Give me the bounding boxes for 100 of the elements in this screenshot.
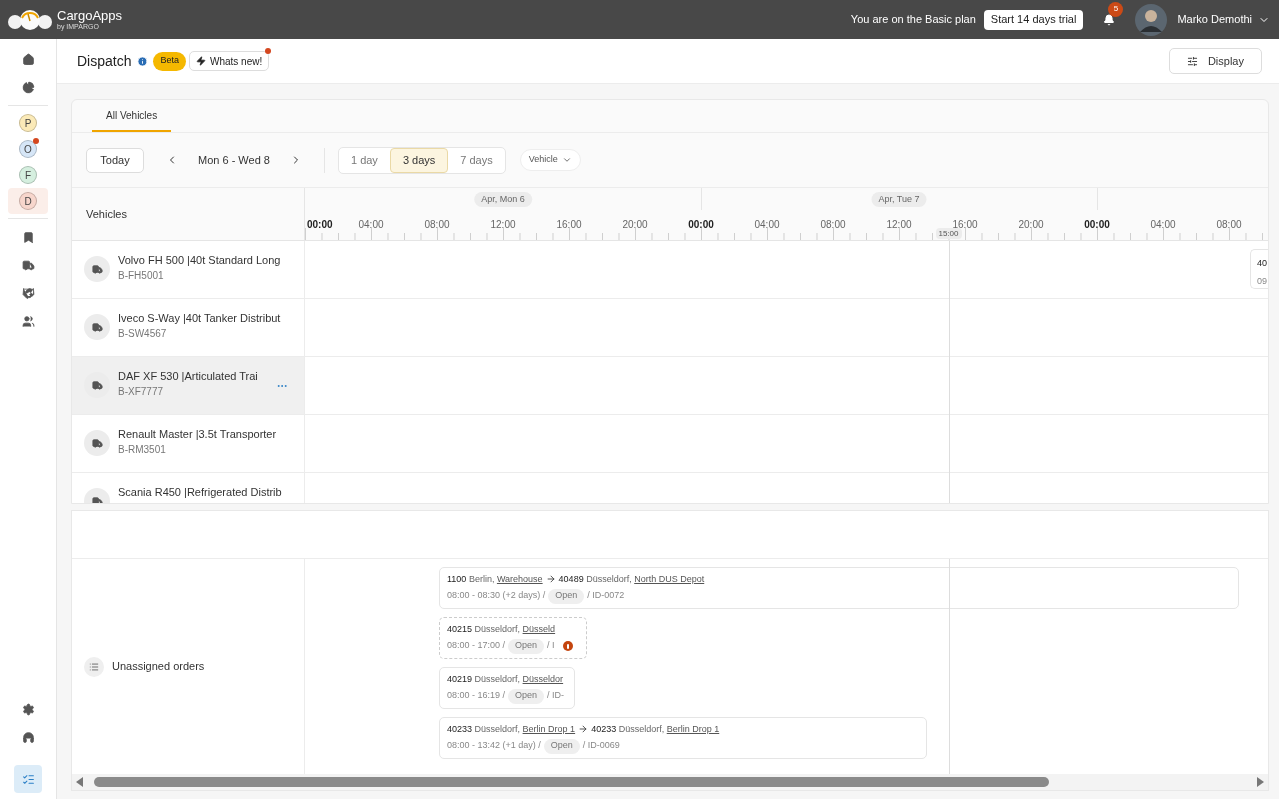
workspace-item[interactable]: O xyxy=(8,136,48,162)
workspace-item[interactable]: F xyxy=(8,162,48,188)
panel-toggle-icon[interactable] xyxy=(14,765,42,793)
hour-label: 16:00 xyxy=(556,218,582,232)
vehicle-row[interactable]: Iveco S-Way |40t Tanker Distribut B-SW4567 xyxy=(72,299,305,356)
workspace-avatar: P xyxy=(19,114,37,132)
day-label: Apr, Tue 7 xyxy=(871,192,927,207)
order-id: / ID-0072 xyxy=(587,589,625,603)
vehicle-plate: B-SW4567 xyxy=(118,327,168,341)
plan-text: You are on the Basic plan xyxy=(850,12,976,28)
info-icon[interactable] xyxy=(137,55,149,67)
hour-label: 04:00 xyxy=(754,218,780,232)
date-range: Mon 6 - Wed 8 xyxy=(198,152,270,168)
user-name[interactable]: Marko Demothi xyxy=(1177,11,1252,28)
vehicle-name: DAF XF 530 |Articulated Trai xyxy=(118,369,259,384)
truck-icon xyxy=(84,430,110,456)
vehicle-name: Scania R450 |Refrigerated Distrib xyxy=(118,485,283,500)
vehicle-row[interactable]: DAF XF 530 |Articulated Trai B-XF7777 xyxy=(72,357,305,414)
order-time: 08:00 - 16:19 / xyxy=(447,689,506,703)
range-tab[interactable]: 7 days xyxy=(448,147,505,173)
bell-icon[interactable] xyxy=(1103,13,1116,26)
status-badge: Open xyxy=(508,688,545,704)
hour-label: 12:00 xyxy=(490,218,516,232)
hour-label: 00:00 xyxy=(307,218,333,232)
sliders-icon xyxy=(1186,55,1198,67)
hour-label: 08:00 xyxy=(820,218,846,232)
vehicle-row[interactable]: Volvo FH 500 |40t Standard Long B-FH5001 xyxy=(72,241,305,298)
trial-button[interactable]: Start 14 days trial xyxy=(983,9,1084,30)
notification-count: 5 xyxy=(1108,1,1124,17)
hour-label: 00:00 xyxy=(688,218,714,232)
chevron-down-icon xyxy=(561,155,572,165)
hour-label: 04:00 xyxy=(1150,218,1176,232)
current-time-marker: 15:00 xyxy=(935,228,962,239)
logo-icon xyxy=(7,8,53,31)
brand-name: CargoApps xyxy=(57,9,123,22)
range-tab[interactable]: 1 day xyxy=(338,147,390,173)
lightning-icon xyxy=(196,56,206,66)
whats-new-button[interactable]: Whats new! xyxy=(189,51,270,71)
order-card[interactable]: 40 09 xyxy=(1250,249,1268,289)
order-route-to: 40233 Düsseldorf, Berlin Drop 1 xyxy=(591,722,720,736)
display-button[interactable]: Display xyxy=(1168,48,1262,74)
order-time: 09 xyxy=(1257,275,1268,288)
order-id: / ID-0069 xyxy=(582,739,620,753)
order-route-from: 40233 Düsseldorf, Berlin Drop 1 xyxy=(447,722,576,736)
range-tab[interactable]: 3 days xyxy=(389,147,449,173)
hour-label: 20:00 xyxy=(1018,218,1044,232)
order-time: 08:00 - 08:30 (+2 days) / xyxy=(447,589,546,603)
hour-label: 08:00 xyxy=(1216,218,1242,232)
scroll-right-icon[interactable] xyxy=(1256,777,1264,787)
page-title: Dispatch xyxy=(77,51,132,71)
status-badge: Open xyxy=(508,638,545,654)
warning-icon xyxy=(562,641,573,651)
hour-label: 04:00 xyxy=(358,218,384,232)
scrollbar-thumb[interactable] xyxy=(94,777,1049,787)
avatar-icon[interactable] xyxy=(1135,3,1168,36)
workspace-avatar: O xyxy=(19,140,37,158)
workspace-item[interactable]: D xyxy=(8,188,48,214)
vehicle-name: Iveco S-Way |40t Tanker Distribut xyxy=(118,311,282,326)
order-time: 08:00 - 17:00 / xyxy=(447,639,506,653)
workspace-item[interactable]: P xyxy=(8,110,48,136)
unassigned-label: Unassigned orders xyxy=(112,659,205,675)
vehicle-plate: B-FH5001 xyxy=(118,269,165,283)
order-id: / ID- xyxy=(547,689,565,703)
arrow-icon xyxy=(545,574,556,584)
order-card[interactable]: 40219 Düsseldorf, Düsseldor 08:00 - 16:19 / Open / ID- xyxy=(439,667,575,709)
order-id: / I xyxy=(547,639,555,653)
scroll-left-icon[interactable] xyxy=(76,777,84,787)
truck-icon xyxy=(84,314,110,340)
order-card[interactable]: 1100 Berlin, Warehouse 40489 Düsseldorf, North DUS Depot 08:00 - 08:30 (+2 days) / Open / ID-0072 xyxy=(439,567,1239,609)
vehicle-plate: B-XF7777 xyxy=(118,385,165,399)
day-label: Apr, Mon 6 xyxy=(474,192,532,207)
hour-label: 00:00 xyxy=(1084,218,1110,232)
order-card[interactable]: 40233 Düsseldorf, Berlin Drop 1 40233 Düsseldorf, Berlin Drop 1 08:00 - 13:42 (+1 day) / Open / ID-0069 xyxy=(439,717,927,759)
vehicle-name: Renault Master |3.5t Transporter xyxy=(118,427,278,442)
workspace-avatar: F xyxy=(19,166,37,184)
order-route-from: 40219 Düsseldorf, Düsseldor xyxy=(447,672,564,686)
order-route-to: 40489 Düsseldorf, North DUS Depot xyxy=(558,572,705,586)
today-button[interactable]: Today xyxy=(86,147,144,173)
vehicle-row[interactable]: Renault Master |3.5t Transporter B-RM3501 xyxy=(72,415,305,472)
status-badge: Open xyxy=(548,588,585,604)
beta-badge: Beta xyxy=(153,51,186,71)
order-time: 08:00 - 13:42 (+1 day) / xyxy=(447,739,541,753)
hour-label: 20:00 xyxy=(622,218,648,232)
hour-label: 08:00 xyxy=(424,218,450,232)
hour-label: 12:00 xyxy=(886,218,912,232)
tab[interactable]: All Vehicles xyxy=(92,100,172,132)
order-card[interactable]: 40215 Düsseldorf, Düsseld 08:00 - 17:00 / Open / I xyxy=(439,617,587,659)
truck-icon xyxy=(84,372,110,398)
truck-icon xyxy=(84,256,110,282)
vehicle-plate: B-RM3501 xyxy=(118,443,167,457)
order-route-from: 1100 Berlin, Warehouse xyxy=(447,572,543,586)
vehicle-name: Volvo FH 500 |40t Standard Long xyxy=(118,253,282,268)
arrow-icon xyxy=(578,724,589,734)
hour-label: 16:00 xyxy=(952,218,978,231)
workspace-avatar: D xyxy=(19,192,37,210)
column-header: Vehicles xyxy=(86,206,127,222)
group-by-dropdown[interactable]: Vehicle xyxy=(519,149,581,171)
status-badge: Open xyxy=(543,738,580,754)
vehicle-row[interactable]: Scania R450 |Refrigerated Distrib xyxy=(72,473,305,503)
order-route-from: 40215 Düsseldorf, Düsseld xyxy=(447,622,556,636)
